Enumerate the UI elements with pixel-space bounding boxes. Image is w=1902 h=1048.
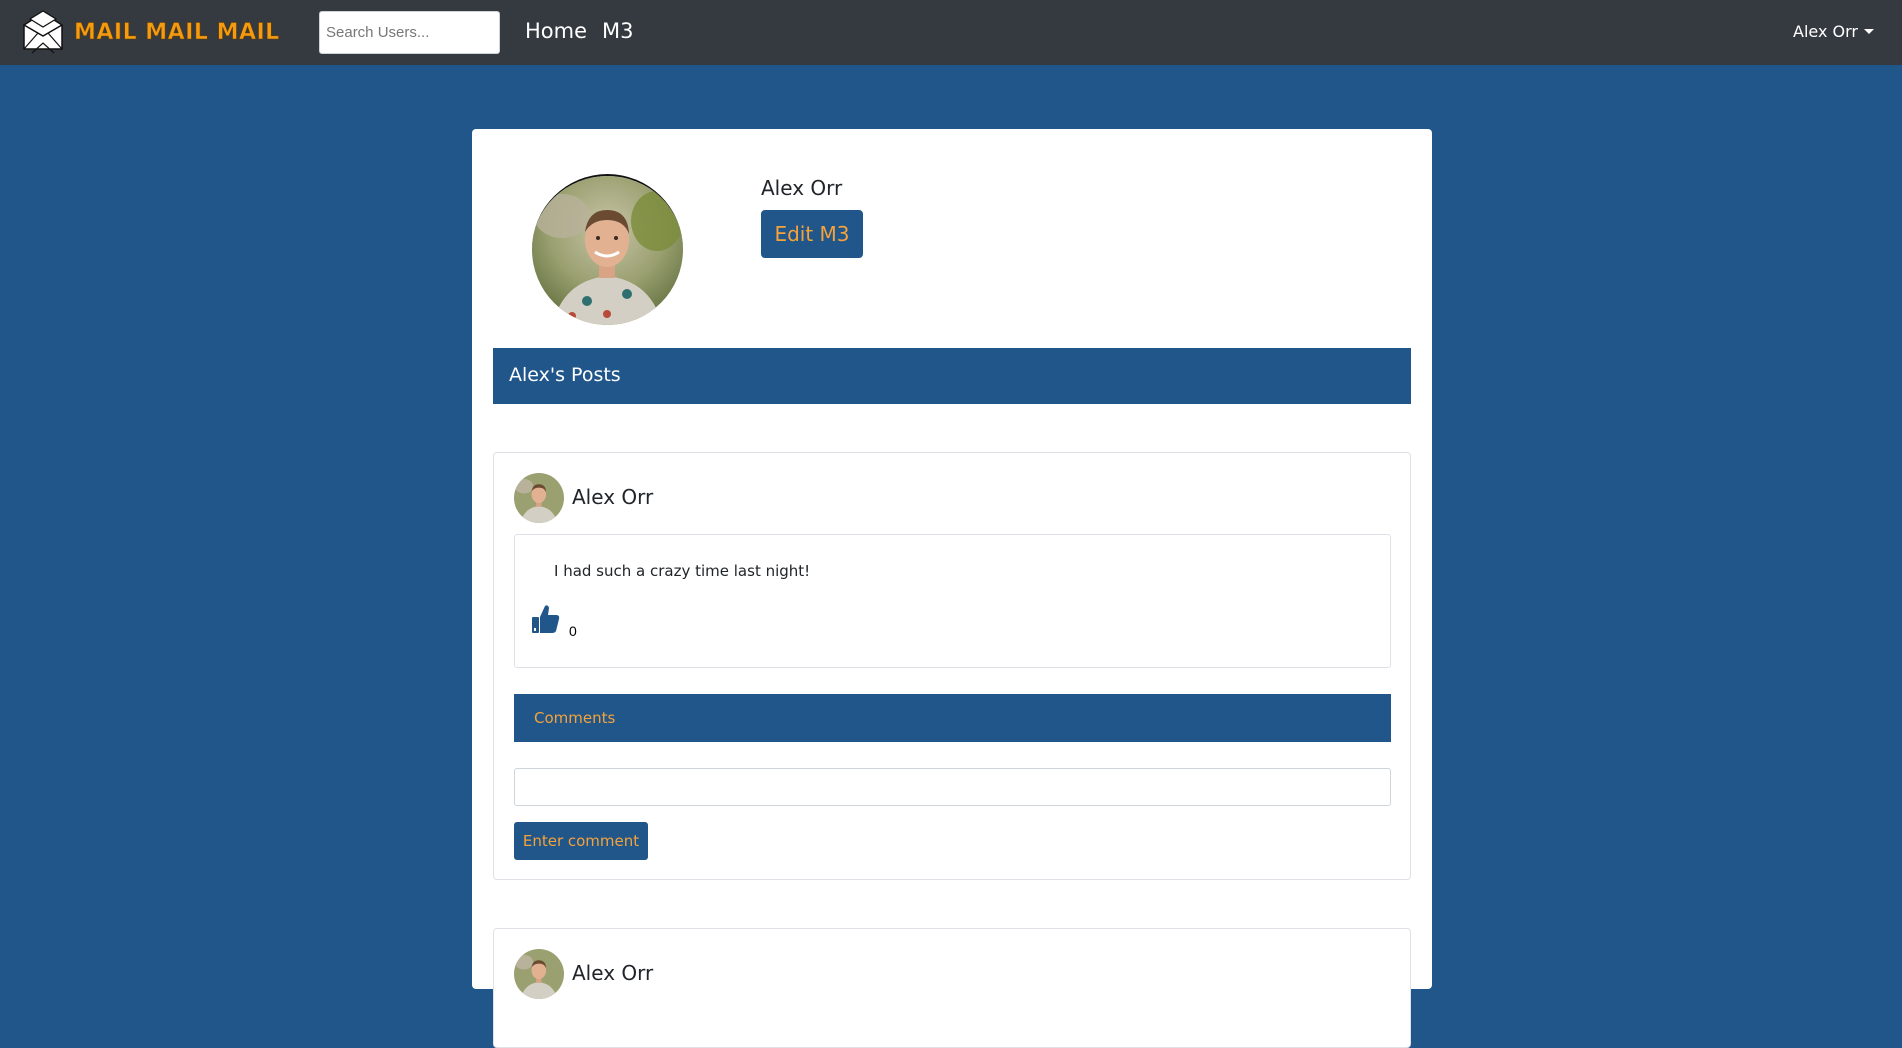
brand-link[interactable]: MAIL MAIL MAIL [18, 8, 280, 56]
post-text: I had such a crazy time last night! [554, 562, 811, 580]
post-author-avatar[interactable] [514, 473, 564, 523]
post-author-name[interactable]: Alex Orr [572, 961, 653, 985]
posts-section-header: Alex's Posts [493, 348, 1411, 404]
user-dropdown-label: Alex Orr [1793, 22, 1858, 41]
brand-text: MAIL MAIL MAIL [74, 19, 280, 45]
thumbs-up-icon[interactable] [530, 603, 560, 635]
user-dropdown[interactable]: Alex Orr [1793, 22, 1874, 41]
profile-card: Alex Orr Edit M3 Alex's Posts Alex Orr I… [472, 129, 1432, 1048]
search-users-input[interactable] [319, 11, 500, 54]
post-author-name[interactable]: Alex Orr [572, 485, 653, 509]
nav-link-home[interactable]: Home [525, 19, 587, 43]
top-navbar: MAIL MAIL MAIL Home M3 Alex Orr [0, 0, 1902, 65]
like-count: 0 [569, 623, 577, 639]
caret-down-icon [1864, 29, 1874, 34]
profile-avatar [532, 174, 683, 325]
edit-m3-button[interactable]: Edit M3 [761, 210, 863, 258]
post-body: I had such a crazy time last night! 0 [514, 534, 1391, 668]
comments-header[interactable]: Comments [514, 694, 1391, 742]
post-author-avatar[interactable] [514, 949, 564, 999]
post-card: Alex Orr I had such a crazy time last ni… [493, 452, 1411, 880]
enter-comment-button[interactable]: Enter comment [514, 822, 648, 860]
profile-name: Alex Orr [761, 176, 843, 200]
profile-photo [532, 176, 683, 325]
post-card: Alex Orr [493, 928, 1411, 1048]
nav-link-m3[interactable]: M3 [602, 19, 633, 43]
post-author-photo [514, 473, 564, 523]
envelope-logo-icon [23, 10, 63, 54]
comment-input[interactable] [514, 768, 1391, 806]
post-author-photo [514, 949, 564, 999]
